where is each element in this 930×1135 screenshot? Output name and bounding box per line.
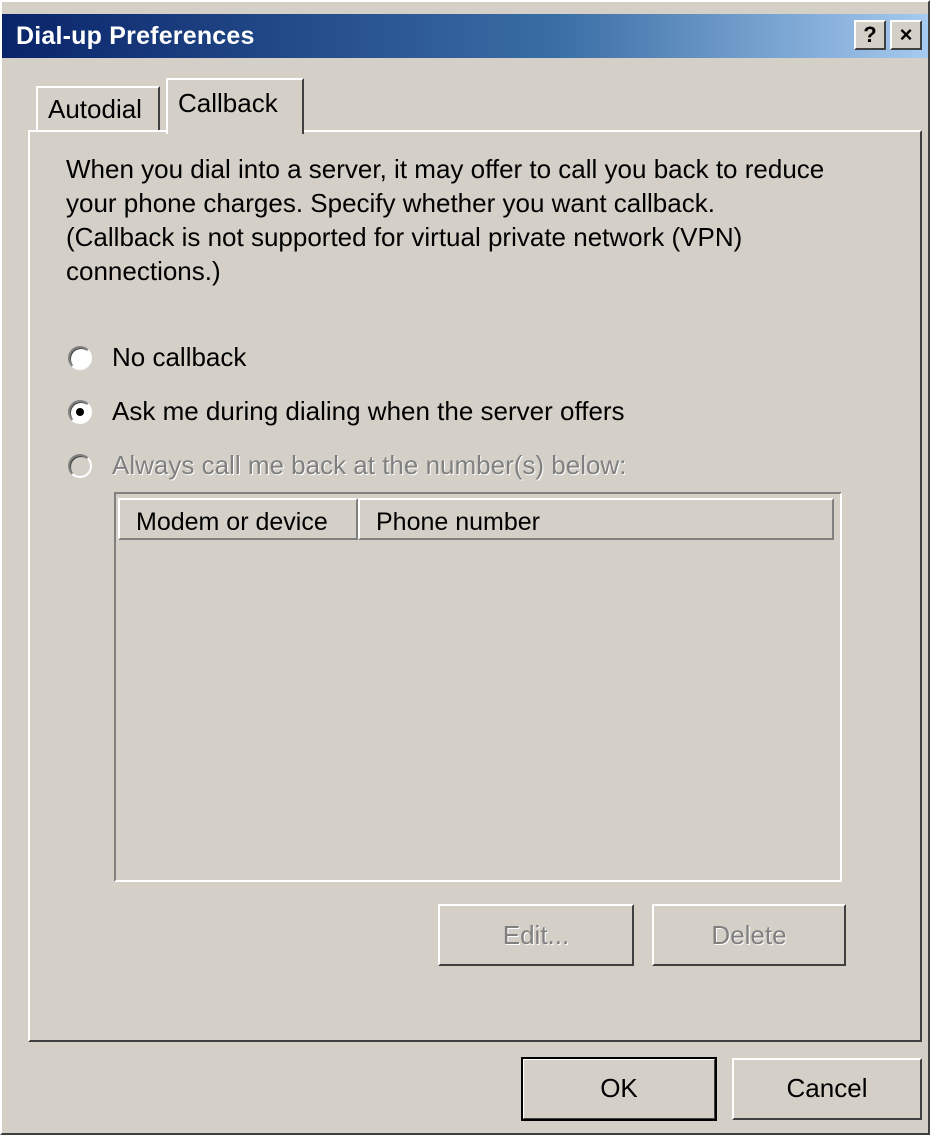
delete-button: Delete bbox=[652, 904, 846, 966]
option-label: Always call me back at the number(s) bel… bbox=[112, 450, 627, 480]
radio-button-disabled bbox=[68, 453, 92, 478]
option-label: Ask me during dialing when the server of… bbox=[112, 396, 625, 426]
radio-button-selected[interactable] bbox=[68, 399, 92, 424]
option-ask-me[interactable]: Ask me during dialing when the server of… bbox=[68, 396, 625, 427]
column-header-modem[interactable]: Modem or device bbox=[118, 498, 358, 540]
tab-callback[interactable]: Callback bbox=[166, 78, 304, 134]
tab-autodial[interactable]: Autodial bbox=[36, 86, 160, 130]
window-title: Dial-up Preferences bbox=[16, 22, 255, 50]
option-always-call-back: Always call me back at the number(s) bel… bbox=[68, 450, 626, 481]
list-header: Modem or device Phone number bbox=[118, 498, 834, 540]
cancel-button[interactable]: Cancel bbox=[732, 1058, 922, 1120]
option-no-callback[interactable]: No callback bbox=[68, 342, 246, 373]
radio-button[interactable] bbox=[68, 345, 92, 370]
callback-numbers-list: Modem or device Phone number bbox=[114, 492, 842, 882]
column-header-phone[interactable]: Phone number bbox=[358, 498, 834, 540]
ok-button[interactable]: OK bbox=[521, 1057, 717, 1121]
edit-button: Edit... bbox=[438, 904, 634, 966]
description-line: (Callback is not supported for virtual p… bbox=[66, 222, 743, 252]
option-label: No callback bbox=[112, 342, 247, 372]
help-button[interactable]: ? bbox=[854, 20, 886, 50]
close-button[interactable]: × bbox=[890, 20, 922, 50]
callback-description: When you dial into a server, it may offe… bbox=[66, 152, 906, 288]
title-bar: Dial-up Preferences ? × bbox=[2, 14, 928, 58]
dial-up-preferences-dialog: Dial-up Preferences ? × Autodial Callbac… bbox=[0, 0, 930, 1135]
description-line: When you dial into a server, it may offe… bbox=[66, 154, 825, 184]
description-line: connections.) bbox=[66, 256, 221, 286]
description-line: your phone charges. Specify whether you … bbox=[66, 188, 715, 218]
